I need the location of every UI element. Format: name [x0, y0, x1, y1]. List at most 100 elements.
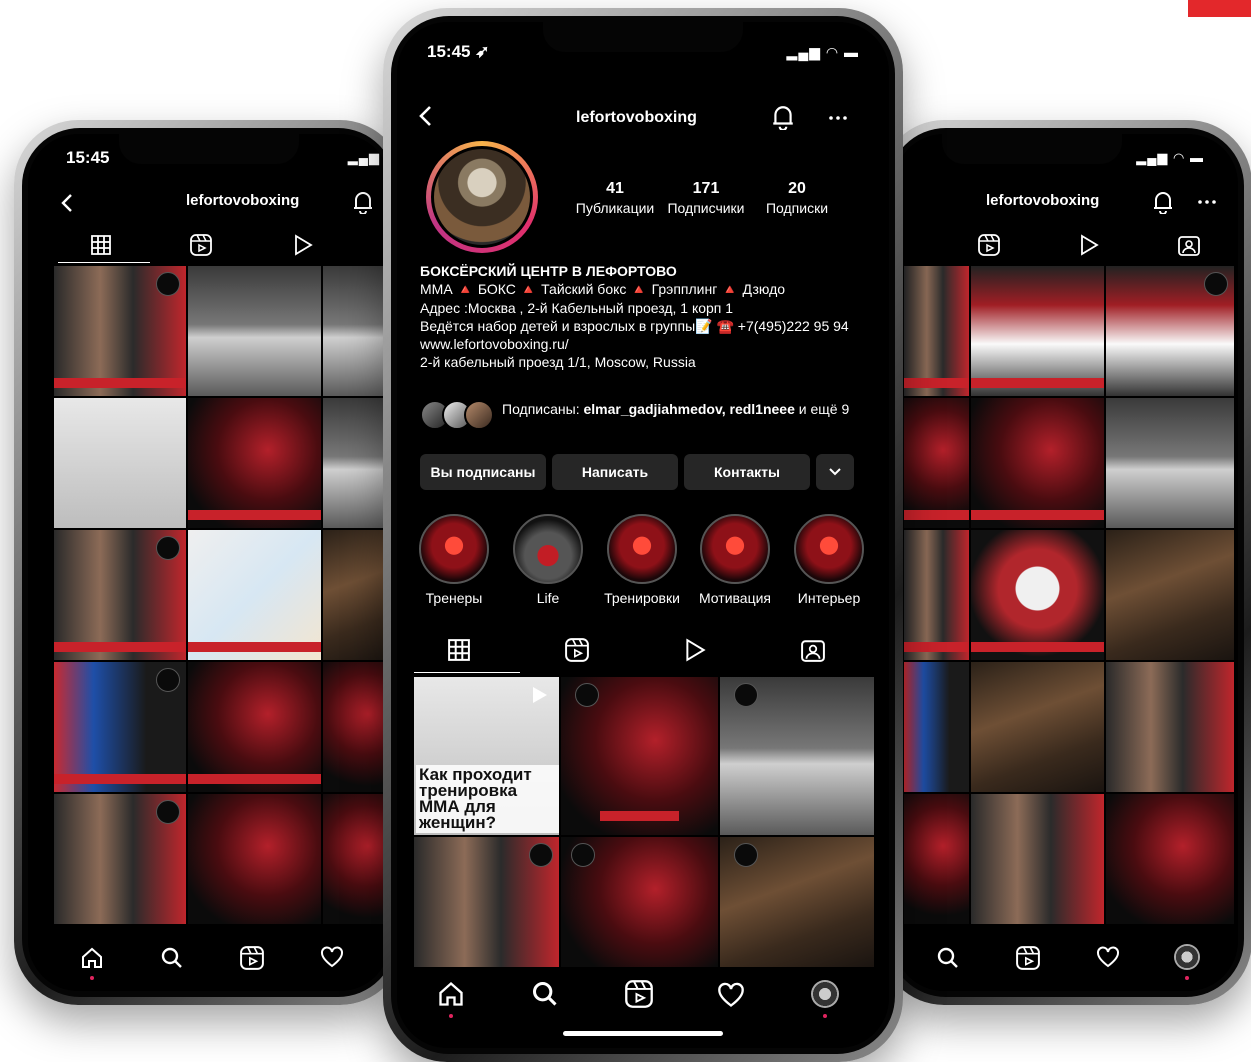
reels-icon[interactable] — [188, 232, 214, 258]
post-thumbnail[interactable] — [188, 662, 321, 792]
reels-icon[interactable] — [1016, 946, 1040, 975]
message-button[interactable]: Написать — [552, 454, 678, 490]
stat-posts[interactable]: 41 Публикации — [573, 180, 657, 216]
post-thumbnail[interactable] — [720, 837, 874, 967]
post-thumbnail[interactable] — [54, 662, 186, 792]
grid-icon[interactable] — [88, 232, 114, 258]
heart-icon[interactable] — [1096, 946, 1120, 973]
bell-icon[interactable] — [769, 102, 797, 132]
highlight-interior[interactable]: Интерьер — [792, 514, 866, 606]
heart-icon[interactable] — [320, 946, 344, 973]
post-thumbnail[interactable] — [561, 677, 718, 835]
post-thumbnail[interactable] — [904, 530, 969, 660]
highlight-motivation[interactable]: Мотивация — [698, 514, 772, 606]
left-phone-mockup: 15:45 ▂▄▆ lefortovoboxing — [14, 120, 404, 1005]
post-thumbnail[interactable] — [188, 266, 321, 396]
reels-icon[interactable] — [240, 946, 264, 975]
post-thumbnail[interactable] — [1106, 398, 1234, 528]
post-thumbnail[interactable] — [323, 266, 390, 396]
grid-icon[interactable] — [445, 636, 473, 664]
profile-avatar[interactable] — [426, 141, 538, 253]
active-tab-indicator — [414, 672, 520, 673]
profile-avatar-icon[interactable] — [1174, 944, 1200, 970]
tagged-icon[interactable] — [799, 636, 827, 664]
post-thumbnail[interactable] — [188, 398, 321, 528]
more-icon[interactable] — [1196, 192, 1218, 212]
highlight-life[interactable]: Life — [511, 514, 585, 606]
profile-avatar-icon[interactable] — [811, 980, 839, 1008]
more-icon[interactable] — [827, 108, 849, 128]
back-arrow-icon[interactable] — [56, 190, 78, 216]
reels-icon[interactable] — [563, 636, 591, 664]
home-icon[interactable] — [437, 980, 465, 1013]
search-icon[interactable] — [531, 980, 559, 1013]
search-icon[interactable] — [936, 946, 960, 975]
highlight-trainers[interactable]: Тренеры — [417, 514, 491, 606]
bio-link[interactable]: www.lefortovoboxing.ru/ — [420, 335, 860, 353]
heart-icon[interactable] — [717, 982, 745, 1013]
post-thumbnail[interactable] — [720, 677, 874, 835]
post-thumbnail[interactable] — [1106, 266, 1234, 396]
post-thumbnail[interactable] — [323, 530, 390, 660]
play-icon[interactable] — [1076, 232, 1102, 258]
post-thumbnail[interactable] — [323, 662, 390, 792]
profile-bio: БОКСЁРСКИЙ ЦЕНТР В ЛЕФОРТОВО ММА 🔺 БОКС … — [420, 262, 860, 372]
post-thumbnail[interactable] — [904, 662, 969, 792]
profile-display-name: БОКСЁРСКИЙ ЦЕНТР В ЛЕФОРТОВО — [420, 263, 677, 279]
reels-icon[interactable] — [976, 232, 1002, 258]
play-icon[interactable] — [681, 636, 709, 664]
post-thumbnail[interactable] — [904, 398, 969, 528]
left-phone-screen: 15:45 ▂▄▆ lefortovoboxing — [28, 134, 390, 991]
profile-username: lefortovoboxing — [186, 192, 300, 209]
bell-icon[interactable] — [350, 188, 376, 216]
follower-avatar — [464, 400, 494, 430]
post-thumbnail[interactable] — [323, 794, 390, 924]
post-thumbnail[interactable] — [188, 794, 321, 924]
post-thumbnail[interactable] — [54, 530, 186, 660]
bio-line: Адрес :Москва , 2-й Кабельный проезд, 1 … — [420, 299, 734, 316]
post-thumbnail[interactable] — [561, 837, 718, 967]
post-thumbnail[interactable] — [1106, 530, 1234, 660]
post-thumbnail[interactable] — [971, 794, 1104, 924]
post-thumbnail[interactable] — [971, 266, 1104, 396]
tagged-icon[interactable] — [1176, 232, 1202, 258]
post-thumbnail[interactable] — [1106, 662, 1234, 792]
post-thumbnail[interactable] — [971, 662, 1104, 792]
home-icon[interactable] — [80, 946, 104, 975]
main-phone-mockup: 15:45 ➶ ▂▄▆ ◠ ▬ lefortovoboxing 41 Публи… — [383, 8, 903, 1062]
post-thumbnail[interactable] — [54, 398, 186, 528]
post-thumbnail[interactable] — [54, 266, 186, 396]
back-arrow-icon[interactable] — [413, 102, 437, 130]
play-icon[interactable] — [290, 232, 316, 258]
post-thumbnail[interactable] — [971, 398, 1104, 528]
stat-followers[interactable]: 171 Подписчики — [663, 180, 749, 216]
signal-wifi-battery-icon: ▂▄▆ ◠ ▬ — [786, 44, 859, 60]
bell-icon[interactable] — [1150, 188, 1176, 216]
bio-line: Ведётся набор детей и взрослых в группы📝… — [420, 317, 849, 334]
signal-icon: ▂▄▆ — [347, 150, 380, 165]
main-phone-screen: 15:45 ➶ ▂▄▆ ◠ ▬ lefortovoboxing 41 Публи… — [397, 22, 889, 1048]
reels-icon[interactable] — [625, 980, 653, 1013]
post-caption: Как проходит тренировка ММА для женщин? — [416, 765, 559, 833]
status-time: 15:45 — [66, 148, 110, 167]
suggestions-dropdown-button[interactable] — [816, 454, 854, 490]
highlight-trainings[interactable]: Тренировки — [604, 514, 680, 606]
post-thumbnail[interactable] — [1106, 794, 1234, 924]
post-thumbnail[interactable] — [904, 794, 969, 924]
post-thumbnail[interactable] — [414, 837, 559, 967]
post-thumbnail-video[interactable]: Как проходит тренировка ММА для женщин? — [414, 677, 559, 835]
post-thumbnail[interactable] — [188, 530, 321, 660]
post-thumbnail[interactable] — [971, 530, 1104, 660]
home-indicator — [563, 1031, 723, 1036]
video-play-icon — [533, 687, 547, 703]
following-button[interactable]: Вы подписаны — [420, 454, 546, 490]
bio-location[interactable]: 2-й кабельный проезд 1/1, Moscow, Russia — [420, 353, 860, 371]
search-icon[interactable] — [160, 946, 184, 975]
post-thumbnail[interactable] — [904, 266, 969, 396]
followed-by[interactable]: Подписаны: elmar_gadjiahmedov, redl1neee… — [420, 400, 870, 430]
status-time: 15:45 ➶ — [427, 42, 490, 61]
post-thumbnail[interactable] — [54, 794, 186, 924]
contacts-button[interactable]: Контакты — [684, 454, 810, 490]
post-thumbnail[interactable] — [323, 398, 390, 528]
stat-following[interactable]: 20 Подписки — [759, 180, 835, 216]
